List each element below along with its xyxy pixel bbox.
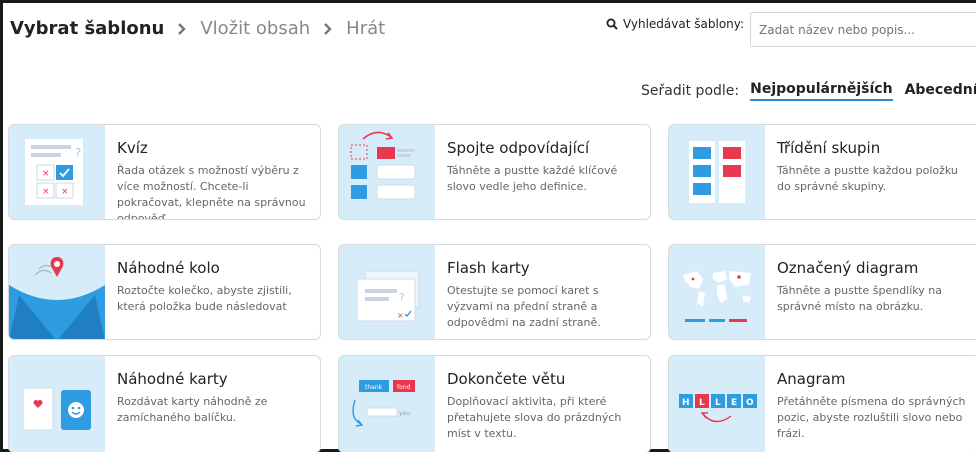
complete-sentence-thumbnail: thank fond you — [339, 356, 435, 452]
template-title: Anagram — [777, 370, 846, 388]
template-title: Náhodné kolo — [117, 259, 220, 277]
thumb-word-fond: fond — [397, 384, 411, 391]
template-description: Doplňovací aktivita, při které přetahuje… — [447, 395, 622, 440]
template-card-group-sort[interactable]: Třídění skupin Táhněte a pustte každou p… — [668, 124, 976, 220]
quiz-icon: ? × × × — [25, 139, 83, 205]
svg-text:×: × — [42, 187, 50, 197]
template-title: Flash karty — [447, 259, 530, 277]
match-up-thumbnail — [339, 125, 435, 219]
template-description: Řada otázek s možností výběru z více mož… — [117, 164, 306, 220]
template-card-random-cards[interactable]: Náhodné karty Rozdávat karty náhodně ze … — [8, 355, 321, 452]
template-description: Roztočte kolečko, abyste zjistili, která… — [117, 284, 292, 313]
sort-bar: Seřadit podle: Nejpopulárnějších Abecedn… — [641, 81, 976, 101]
template-description: Táhněte a pustte každou položku do správ… — [777, 164, 958, 193]
quiz-thumbnail: ? × × × — [9, 125, 105, 219]
template-card-match-up[interactable]: Spojte odpovídající Táhněte a pustte kaž… — [338, 124, 651, 220]
template-search: Vyhledávat šablony: — [606, 12, 976, 47]
template-description: Přetáhněte písmena do správných pozic, a… — [777, 395, 966, 440]
search-input[interactable] — [750, 12, 976, 47]
anagram-letter: H — [682, 398, 690, 408]
chevron-right-icon — [324, 22, 332, 35]
thumb-word-thank: thank — [365, 384, 383, 391]
template-card-flash-cards[interactable]: ? × Flash karty Otestujte se pomocí kare… — [338, 244, 651, 340]
search-label: Vyhledávat šablony: — [623, 17, 745, 31]
anagram-letter: E — [731, 398, 737, 408]
breadcrumb-step-choose-template[interactable]: Vybrat šablonu — [10, 18, 164, 39]
template-card-complete-sentence[interactable]: thank fond you Dokončete větu Doplňovací… — [338, 355, 651, 452]
svg-text:?: ? — [399, 291, 405, 304]
match-up-icon — [350, 131, 416, 200]
template-description: Táhněte a pustte každé klíčové slovo ved… — [447, 164, 618, 193]
labelled-diagram-icon — [683, 271, 751, 322]
template-title: Spojte odpovídající — [447, 139, 590, 157]
template-description: Rozdávat karty náhodně ze zamíchaného ba… — [117, 395, 268, 424]
template-card-spin-wheel[interactable]: Náhodné kolo Roztočte kolečko, abyste zj… — [8, 244, 321, 340]
svg-text:×: × — [61, 187, 69, 197]
template-card-quiz[interactable]: ? × × × Kvíz Řada otázek s možností výbě… — [8, 124, 321, 220]
breadcrumb-step-enter-content[interactable]: Vložit obsah — [200, 18, 310, 39]
svg-text:×: × — [397, 311, 404, 320]
template-title: Náhodné karty — [117, 370, 228, 388]
anagram-letter: L — [715, 398, 721, 408]
chevron-right-icon — [178, 22, 187, 35]
anagram-letter: O — [746, 398, 754, 408]
sort-option-most-popular[interactable]: Nejpopulárnějších — [750, 81, 893, 101]
top-bar: Vybrat šablonu Vložit obsah Hrát Vyhledá… — [0, 0, 976, 62]
search-icon — [606, 18, 618, 30]
spin-wheel-icon — [9, 257, 105, 339]
template-title: Kvíz — [117, 139, 148, 157]
sort-label: Seřadit podle: — [641, 83, 740, 99]
template-title: Dokončete větu — [447, 370, 566, 388]
flash-cards-icon: ? × — [356, 270, 420, 322]
group-sort-thumbnail — [669, 125, 765, 219]
breadcrumb: Vybrat šablonu Vložit obsah Hrát — [10, 18, 385, 39]
template-description: Otestujte se pomocí karet s výzvami na p… — [447, 284, 601, 329]
complete-sentence-icon: thank fond you — [352, 380, 415, 427]
svg-text:?: ? — [75, 146, 81, 160]
group-sort-icon — [689, 141, 745, 203]
anagram-letter: L — [699, 398, 705, 408]
template-description: Táhněte a pustte špendlíky na správné mí… — [777, 284, 942, 313]
anagram-thumbnail: H L L E O — [669, 356, 765, 452]
sort-option-alphabetical[interactable]: Abecední — [905, 82, 976, 100]
template-title: Třídění skupin — [777, 139, 881, 157]
labelled-diagram-thumbnail — [669, 245, 765, 339]
template-card-labelled-diagram[interactable]: Označený diagram Táhněte a pustte špendl… — [668, 244, 976, 340]
breadcrumb-step-play[interactable]: Hrát — [346, 18, 385, 39]
thumb-word-you: you — [399, 410, 410, 417]
template-title: Označený diagram — [777, 259, 919, 277]
flash-cards-thumbnail: ? × — [339, 245, 435, 339]
spin-wheel-thumbnail — [9, 245, 105, 339]
anagram-icon: H L L E O — [679, 394, 757, 423]
random-cards-thumbnail — [9, 356, 105, 452]
random-cards-icon — [22, 387, 91, 431]
svg-text:×: × — [42, 169, 50, 179]
template-card-anagram[interactable]: H L L E O Anagram Přetáhněte písmena do … — [668, 355, 976, 452]
